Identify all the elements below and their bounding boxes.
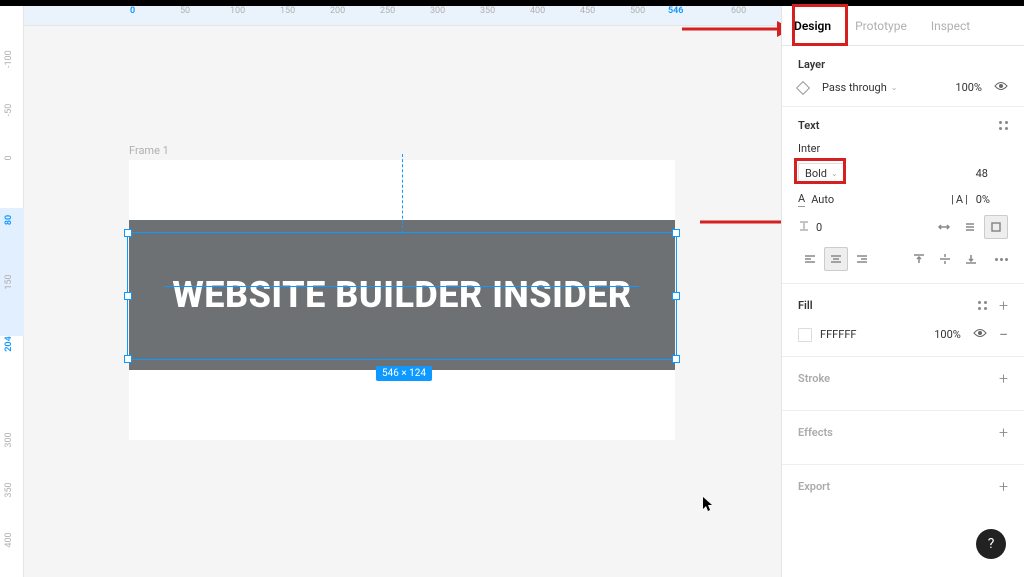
letter-spacing-input[interactable]: 0% <box>976 193 990 206</box>
blend-mode-icon <box>796 80 810 94</box>
section-effects: Effects + <box>782 411 1024 465</box>
help-icon: ? <box>988 536 995 552</box>
ruler-h-tick-sel: 546 <box>668 6 683 16</box>
style-picker-icon[interactable] <box>999 121 1008 130</box>
resize-auto-height-icon[interactable] <box>958 215 982 239</box>
align-top-icon[interactable] <box>907 247 931 271</box>
ruler-v-tick: -50 <box>4 102 14 118</box>
font-size-input[interactable]: 48 <box>976 167 988 180</box>
add-fill-button[interactable]: + <box>999 296 1008 315</box>
ruler-h-tick: 200 <box>330 6 345 16</box>
ruler-h-tick: 600 <box>731 6 746 16</box>
ruler-v-tick: 0 <box>4 150 14 166</box>
ruler-h-tick: 50 <box>180 6 190 16</box>
ruler-v-tick: -100 <box>4 52 14 68</box>
help-button[interactable]: ? <box>976 529 1006 559</box>
frame-label[interactable]: Frame 1 <box>129 144 169 157</box>
ruler-v-tick: 300 <box>4 432 14 448</box>
align-middle-icon[interactable] <box>933 247 957 271</box>
line-height-input[interactable]: Auto <box>811 193 834 206</box>
fill-opacity[interactable]: 100% <box>934 328 961 341</box>
section-title-effects: Effects <box>798 426 833 439</box>
text-content[interactable]: WEBSITE BUILDER INSIDER <box>172 273 631 318</box>
align-left-icon[interactable] <box>798 247 822 271</box>
remove-fill-button[interactable]: − <box>999 325 1008 344</box>
section-title-layer: Layer <box>798 58 1008 71</box>
guide-horizontal <box>164 286 639 287</box>
paragraph-spacing-input[interactable]: 0 <box>816 221 822 234</box>
ruler-h-tick: 350 <box>480 6 495 16</box>
font-weight-dropdown[interactable]: Bold⌄ <box>798 163 845 184</box>
annotation-arrow <box>682 16 792 42</box>
add-export-button[interactable]: + <box>999 477 1008 496</box>
ruler-h-tick: 300 <box>430 6 445 16</box>
panel-tabs: Design Prototype Inspect <box>782 6 1024 46</box>
ruler-v-tick-sel: 80 <box>4 212 14 228</box>
ruler-h-tick: 0 <box>130 6 135 16</box>
ruler-h-tick: 450 <box>580 6 595 16</box>
blend-mode-dropdown[interactable]: Pass through⌄ <box>822 81 898 94</box>
tab-design[interactable]: Design <box>782 6 843 46</box>
align-right-icon[interactable] <box>850 247 874 271</box>
add-stroke-button[interactable]: + <box>999 369 1008 388</box>
visibility-toggle-icon[interactable] <box>973 328 987 341</box>
align-bottom-icon[interactable] <box>959 247 983 271</box>
font-family-dropdown[interactable]: Inter <box>798 142 820 155</box>
align-center-icon[interactable] <box>824 247 848 271</box>
ruler-h-tick: 400 <box>530 6 545 16</box>
font-family-value: Inter <box>798 142 820 155</box>
tab-inspect[interactable]: Inspect <box>919 6 982 46</box>
section-title-export: Export <box>798 480 830 493</box>
ruler-h-tick: 150 <box>280 6 295 16</box>
guide-vertical <box>402 154 403 234</box>
ruler-h-tick: 100 <box>230 6 245 16</box>
fill-hex[interactable]: FFFFFF <box>820 328 856 341</box>
ruler-h-tick: 250 <box>380 6 395 16</box>
font-weight-value: Bold <box>805 167 827 180</box>
line-height-icon: A <box>798 192 805 207</box>
section-text: Text Inter Bold⌄ 48 A Auto |A| 0% <box>782 107 1024 284</box>
section-title-fill: Fill <box>798 299 813 312</box>
section-stroke: Stroke + <box>782 357 1024 411</box>
paragraph-spacing-icon <box>798 220 810 235</box>
canvas[interactable]: Frame 1 WEBSITE BUILDER INSIDER 546 × 12… <box>24 26 781 577</box>
ruler-horizontal[interactable]: 0 50 100 150 200 250 300 350 400 450 500… <box>24 6 781 26</box>
add-effect-button[interactable]: + <box>999 423 1008 442</box>
resize-auto-width-icon[interactable] <box>932 215 956 239</box>
dimensions-badge: 546 × 124 <box>376 366 432 381</box>
properties-panel: Design Prototype Inspect Layer Pass thro… <box>781 6 1024 577</box>
fill-swatch[interactable] <box>798 328 812 342</box>
text-layer-bg[interactable]: WEBSITE BUILDER INSIDER <box>129 220 675 370</box>
ruler-v-tick: 400 <box>4 532 14 548</box>
ruler-v-tick: 350 <box>4 482 14 498</box>
style-picker-icon[interactable] <box>978 301 987 310</box>
section-title-text: Text <box>798 119 819 132</box>
layer-opacity[interactable]: 100% <box>955 81 982 94</box>
section-fill: Fill + FFFFFF 100% − <box>782 284 1024 357</box>
ruler-v-tick: 150 <box>4 274 14 290</box>
cursor-icon <box>702 496 716 516</box>
resize-fixed-icon[interactable] <box>984 215 1008 239</box>
section-export: Export + <box>782 465 1024 518</box>
ruler-h-tick: 500 <box>630 6 645 16</box>
ruler-v-tick-sel: 204 <box>4 336 14 352</box>
section-layer: Layer Pass through⌄ 100% <box>782 46 1024 107</box>
text-options-icon[interactable] <box>995 258 1008 261</box>
ruler-vertical[interactable]: -100 -50 0 80 150 204 300 350 400 <box>0 6 24 577</box>
tab-prototype[interactable]: Prototype <box>843 6 919 46</box>
visibility-toggle-icon[interactable] <box>994 81 1008 94</box>
letter-spacing-icon: |A| <box>951 193 970 206</box>
section-title-stroke: Stroke <box>798 372 830 385</box>
blend-mode-value: Pass through <box>822 81 887 94</box>
